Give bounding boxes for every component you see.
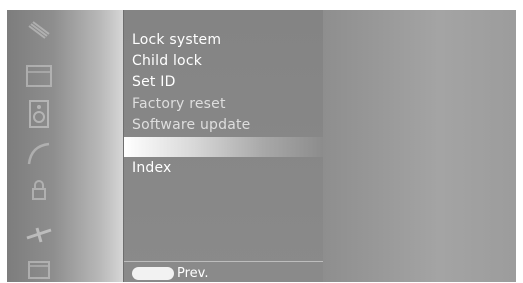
prev-button[interactable] bbox=[132, 267, 174, 280]
lock-icon[interactable] bbox=[23, 175, 55, 207]
menu-item-factory-reset[interactable]: Factory reset bbox=[132, 94, 226, 114]
footer-divider bbox=[124, 261, 323, 262]
prev-label: Prev. bbox=[177, 266, 209, 281]
menu-item-child-lock[interactable]: Child lock bbox=[132, 51, 202, 71]
menu-item-set-id[interactable]: Set ID bbox=[132, 72, 176, 92]
menu-item-lock-system[interactable]: Lock system bbox=[132, 30, 221, 50]
source-icon[interactable] bbox=[23, 252, 55, 282]
picture-icon[interactable] bbox=[23, 60, 55, 92]
menu-item-index[interactable]: Index bbox=[132, 158, 172, 178]
clock-icon[interactable] bbox=[23, 138, 55, 170]
settings-menu-panel: Lock system Child lock Set ID Factory re… bbox=[123, 10, 323, 282]
tv-icon[interactable] bbox=[23, 18, 55, 50]
speaker-icon[interactable] bbox=[23, 98, 55, 130]
menu-highlight-bar[interactable] bbox=[124, 137, 323, 157]
menu-item-software-update[interactable]: Software update bbox=[132, 115, 251, 135]
category-icon-strip bbox=[7, 10, 123, 282]
tv-menu-screen: Lock system Child lock Set ID Factory re… bbox=[7, 10, 516, 282]
tools-icon[interactable] bbox=[23, 218, 55, 250]
submenu-preview-area bbox=[323, 10, 516, 282]
